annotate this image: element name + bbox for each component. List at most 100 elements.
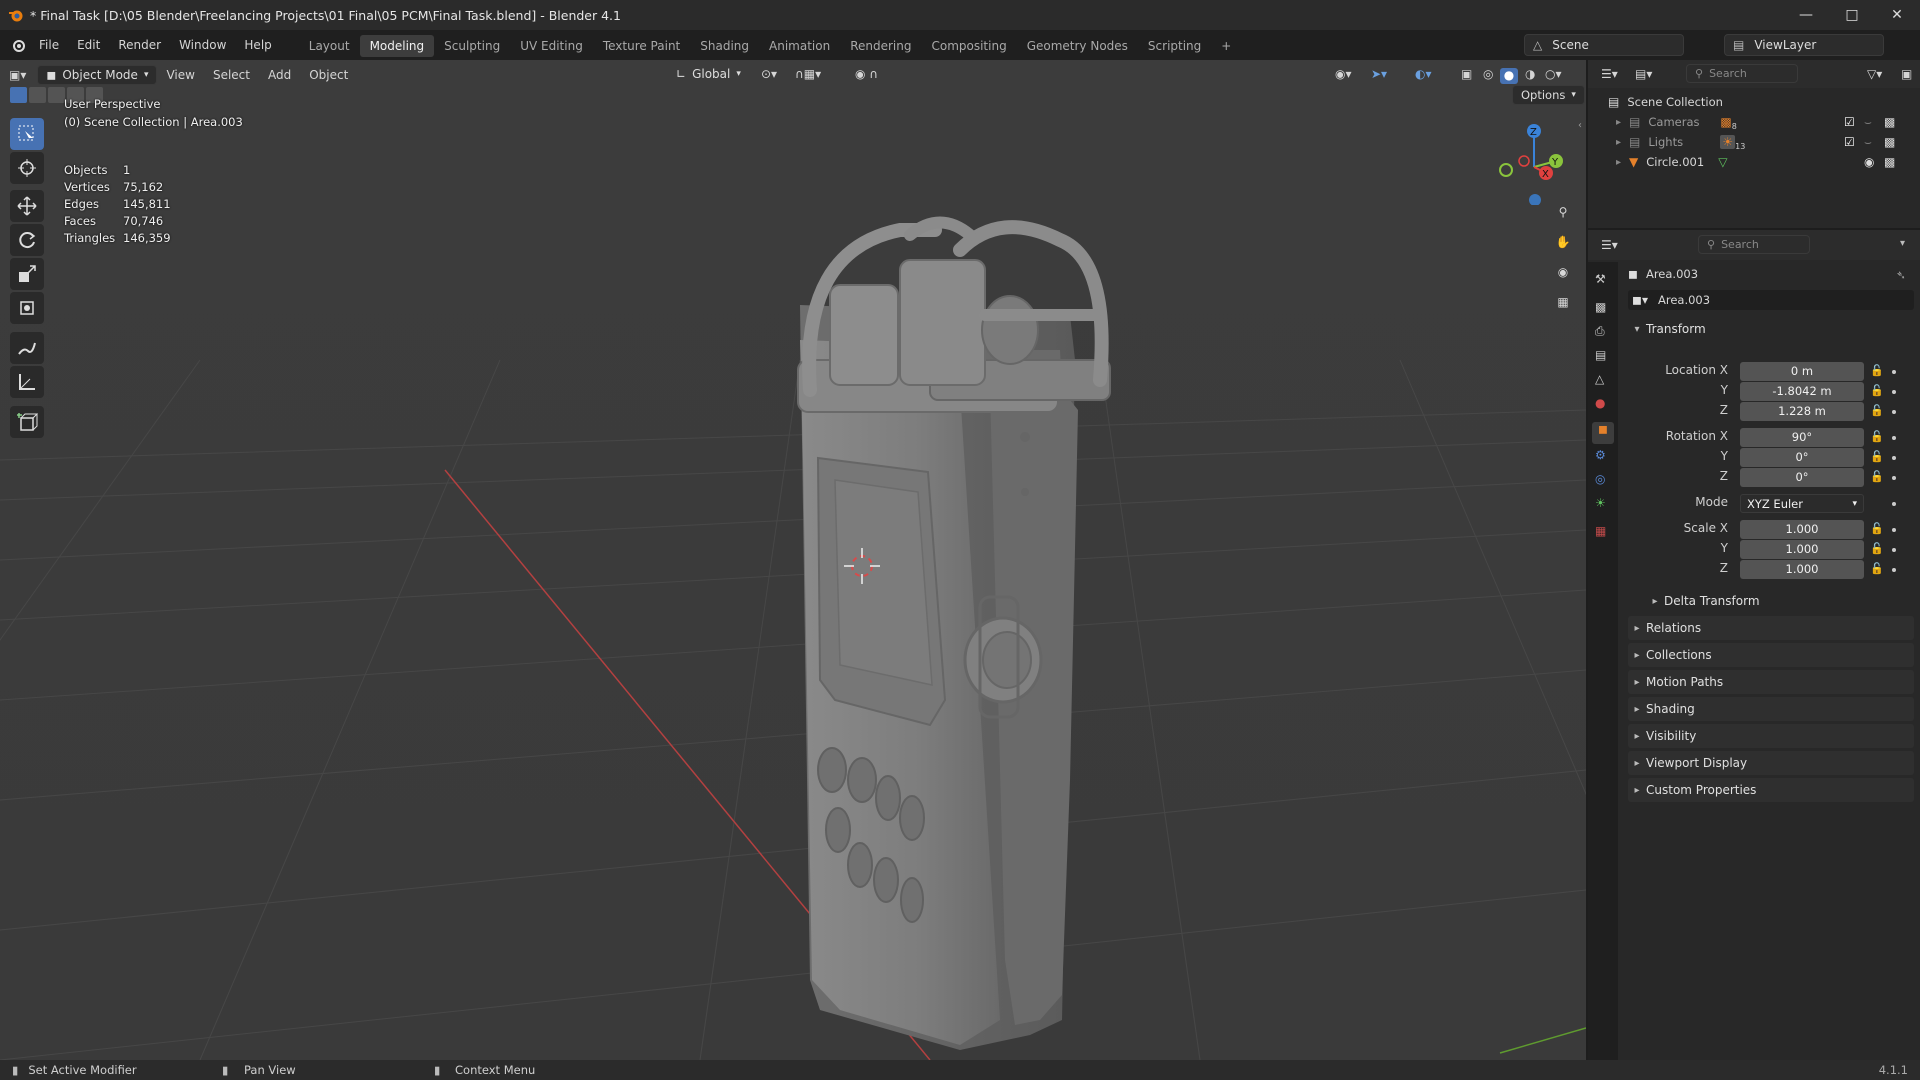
texture-tab-icon[interactable]: ▦ bbox=[1595, 524, 1611, 540]
keyframe-dot-icon[interactable] bbox=[1892, 528, 1896, 532]
visible-eye-icon[interactable]: ◉ bbox=[1864, 155, 1874, 169]
rendered-shading-icon[interactable]: ○▾ bbox=[1536, 67, 1571, 81]
modifier-tab-icon[interactable]: ⚙ bbox=[1595, 448, 1611, 464]
maximize-button[interactable]: □ bbox=[1829, 0, 1875, 30]
perspective-grid-icon[interactable]: ▦ bbox=[1549, 288, 1577, 316]
gizmo-toggle-icon[interactable]: ➤▾ bbox=[1362, 67, 1396, 81]
viewport-display-panel[interactable]: ▸ Viewport Display bbox=[1628, 751, 1914, 775]
delta-transform-subpanel[interactable]: ▸ Delta Transform bbox=[1646, 589, 1914, 613]
render-tab-icon[interactable]: ▩ bbox=[1595, 300, 1611, 316]
object-tab-icon[interactable]: ◼ bbox=[1592, 422, 1614, 444]
tab-scripting[interactable]: Scripting bbox=[1138, 35, 1211, 57]
menu-render[interactable]: Render bbox=[109, 30, 170, 60]
chevron-down-icon[interactable]: ▾ bbox=[1900, 238, 1905, 249]
tab-compositing[interactable]: Compositing bbox=[921, 35, 1016, 57]
pan-hand-icon[interactable]: ✋ bbox=[1549, 228, 1577, 256]
lock-icon[interactable]: 🔓 bbox=[1870, 430, 1884, 443]
lock-icon[interactable]: 🔓 bbox=[1870, 364, 1884, 377]
transform-tool[interactable] bbox=[10, 292, 44, 324]
keyframe-dot-icon[interactable] bbox=[1892, 568, 1896, 572]
output-tab-icon[interactable]: ⎙ bbox=[1595, 324, 1611, 340]
add-workspace-button[interactable]: + bbox=[1211, 35, 1241, 57]
pivot-icon[interactable]: ⊙▾ bbox=[752, 67, 786, 81]
render-camera-icon[interactable]: ▩ bbox=[1884, 155, 1895, 169]
annotate-tool[interactable] bbox=[10, 332, 44, 364]
rotation-y-field[interactable]: 0° bbox=[1740, 448, 1864, 467]
scale-x-field[interactable]: 1.000 bbox=[1740, 520, 1864, 539]
keyframe-dot-icon[interactable] bbox=[1892, 390, 1896, 394]
lock-icon[interactable]: 🔓 bbox=[1870, 522, 1884, 535]
visibility-panel[interactable]: ▸ Visibility bbox=[1628, 724, 1914, 748]
lock-icon[interactable]: 🔓 bbox=[1870, 404, 1884, 417]
blender-menu-icon[interactable] bbox=[10, 37, 26, 53]
properties-search-input[interactable]: ⚲ Search bbox=[1698, 235, 1810, 254]
data-tab-icon[interactable]: ☀ bbox=[1595, 496, 1611, 512]
editor-type-icon[interactable]: ▣▾ bbox=[0, 68, 35, 82]
overlay-toggle-icon[interactable]: ◐▾ bbox=[1406, 67, 1441, 81]
lock-icon[interactable]: 🔓 bbox=[1870, 542, 1884, 555]
select-extend-icon[interactable] bbox=[29, 87, 46, 103]
render-camera-icon[interactable]: ▩ bbox=[1884, 135, 1895, 149]
new-collection-icon[interactable]: ▣ bbox=[1892, 67, 1920, 81]
world-tab-icon[interactable]: ● bbox=[1595, 396, 1611, 412]
keyframe-dot-icon[interactable] bbox=[1892, 410, 1896, 414]
select-new-icon[interactable] bbox=[10, 87, 27, 103]
tab-shading[interactable]: Shading bbox=[690, 35, 759, 57]
cursor-tool[interactable] bbox=[10, 152, 44, 184]
proportional-edit-icon[interactable]: ◉ ∩ bbox=[846, 67, 887, 81]
render-camera-icon[interactable]: ▩ bbox=[1884, 115, 1895, 129]
scene-tab-icon[interactable]: △ bbox=[1595, 372, 1611, 388]
transform-panel-header[interactable]: ▾ Transform bbox=[1628, 317, 1914, 341]
tab-animation[interactable]: Animation bbox=[759, 35, 840, 57]
rotation-x-field[interactable]: 90° bbox=[1740, 428, 1864, 447]
menu-window[interactable]: Window bbox=[170, 30, 235, 60]
include-checkbox-icon[interactable]: ☑ bbox=[1844, 115, 1855, 129]
scene-selector[interactable]: △ Scene bbox=[1524, 34, 1684, 56]
outliner-scene-collection[interactable]: ▤ Scene Collection bbox=[1608, 92, 1723, 112]
location-y-field[interactable]: -1.8042 m bbox=[1740, 382, 1864, 401]
menu-add[interactable]: Add bbox=[259, 68, 300, 82]
measure-tool[interactable] bbox=[10, 366, 44, 398]
tool-tab-icon[interactable]: ⚒ bbox=[1595, 272, 1611, 288]
menu-edit[interactable]: Edit bbox=[68, 30, 109, 60]
collapse-sidebar-icon[interactable]: ‹ bbox=[1578, 120, 1582, 131]
navigation-gizmo[interactable]: Z Y X bbox=[1490, 115, 1570, 205]
outliner-search-input[interactable]: ⚲ Search bbox=[1686, 64, 1798, 83]
shading-panel[interactable]: ▸ Shading bbox=[1628, 697, 1914, 721]
outliner-item-lights[interactable]: ▸ ▤ Lights ☀ 13 ☑ ⌣ ▩ bbox=[1616, 132, 1916, 152]
outliner-editor-icon[interactable]: ☰▾ bbox=[1592, 67, 1627, 81]
scale-y-field[interactable]: 1.000 bbox=[1740, 540, 1864, 559]
options-dropdown[interactable]: Options ▾ bbox=[1512, 85, 1585, 105]
keyframe-dot-icon[interactable] bbox=[1892, 456, 1896, 460]
menu-help[interactable]: Help bbox=[235, 30, 280, 60]
visibility-icon[interactable]: ◉▾ bbox=[1326, 67, 1361, 81]
keyframe-dot-icon[interactable] bbox=[1892, 502, 1896, 506]
tab-geometry-nodes[interactable]: Geometry Nodes bbox=[1017, 35, 1138, 57]
rotation-mode-select[interactable]: XYZ Euler ▾ bbox=[1740, 494, 1864, 513]
menu-select[interactable]: Select bbox=[204, 68, 259, 82]
menu-file[interactable]: File bbox=[30, 30, 68, 60]
tab-rendering[interactable]: Rendering bbox=[840, 35, 921, 57]
custom-properties-panel[interactable]: ▸ Custom Properties bbox=[1628, 778, 1914, 802]
tab-layout[interactable]: Layout bbox=[299, 35, 360, 57]
add-cube-tool[interactable] bbox=[10, 406, 44, 438]
rotation-z-field[interactable]: 0° bbox=[1740, 468, 1864, 487]
select-box-tool[interactable] bbox=[10, 118, 44, 150]
view-layer-tab-icon[interactable]: ▤ bbox=[1595, 348, 1611, 364]
include-checkbox-icon[interactable]: ☑ bbox=[1844, 135, 1855, 149]
scale-tool[interactable] bbox=[10, 258, 44, 290]
wireframe-shading-icon[interactable]: ◎ bbox=[1474, 67, 1502, 81]
location-z-field[interactable]: 1.228 m bbox=[1740, 402, 1864, 421]
display-mode-icon[interactable]: ▤▾ bbox=[1626, 67, 1661, 81]
tab-texture-paint[interactable]: Texture Paint bbox=[593, 35, 690, 57]
move-tool[interactable] bbox=[10, 190, 44, 222]
hide-eye-icon[interactable]: ⌣ bbox=[1864, 135, 1872, 150]
filter-icon[interactable]: ▽▾ bbox=[1858, 67, 1891, 81]
properties-editor-icon[interactable]: ☰▾ bbox=[1592, 238, 1627, 252]
select-subtract-icon[interactable] bbox=[48, 87, 65, 103]
3d-viewport[interactable]: ▣▾ ◼ Object Mode ▾ View Select Add Objec… bbox=[0, 60, 1586, 1060]
lock-icon[interactable]: 🔓 bbox=[1870, 562, 1884, 575]
snap-icon[interactable]: ∩▦▾ bbox=[786, 67, 830, 81]
location-x-field[interactable]: 0 m bbox=[1740, 362, 1864, 381]
keyframe-dot-icon[interactable] bbox=[1892, 548, 1896, 552]
